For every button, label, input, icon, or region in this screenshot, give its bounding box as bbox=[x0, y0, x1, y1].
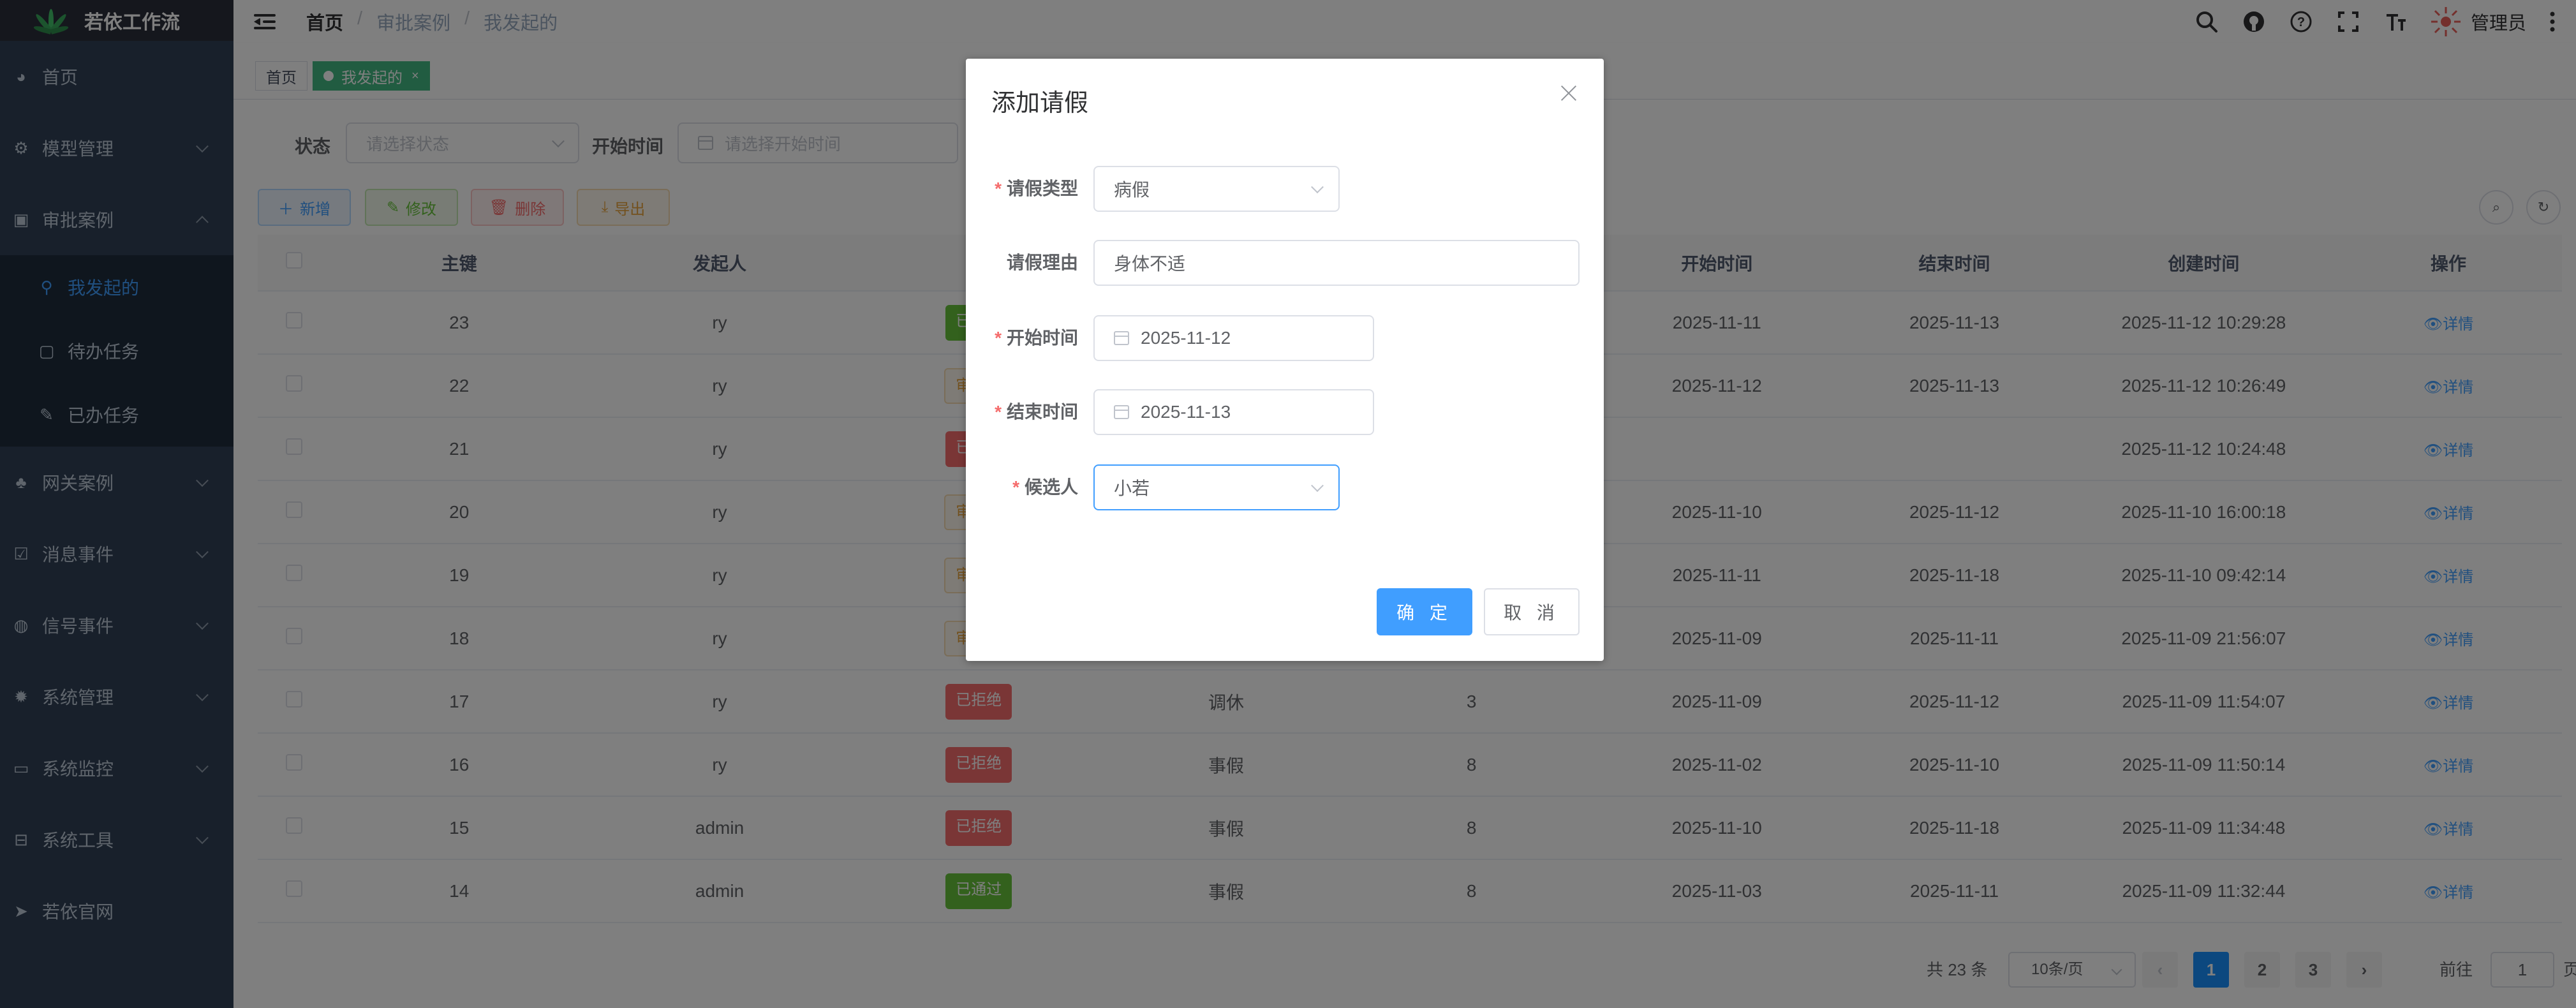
start-time-label: * 开始时间 bbox=[995, 328, 1078, 348]
leave-type-value: 病假 bbox=[1114, 180, 1150, 200]
close-icon[interactable] bbox=[1560, 84, 1577, 101]
chevron-down-icon bbox=[1311, 181, 1324, 194]
leave-type-label: * 请假类型 bbox=[995, 179, 1078, 198]
end-date-value: 2025-11-13 bbox=[1141, 402, 1231, 422]
end-date-picker[interactable]: 2025-11-13 bbox=[1093, 389, 1374, 435]
cancel-button[interactable]: 取 消 bbox=[1484, 588, 1580, 635]
candidate-label: * 候选人 bbox=[1012, 477, 1078, 497]
calendar-icon bbox=[1114, 331, 1129, 345]
start-date-value: 2025-11-12 bbox=[1141, 328, 1231, 348]
confirm-button[interactable]: 确 定 bbox=[1377, 588, 1472, 635]
chevron-down-icon bbox=[1311, 479, 1324, 493]
dialog-title: 添加请假 bbox=[991, 90, 1089, 117]
leave-reason-label: 请假理由 bbox=[1006, 253, 1078, 272]
leave-type-select[interactable]: 病假 bbox=[1093, 166, 1340, 212]
calendar-icon bbox=[1114, 405, 1129, 419]
candidate-select[interactable]: 小若 bbox=[1093, 464, 1340, 510]
start-date-picker[interactable]: 2025-11-12 bbox=[1093, 315, 1374, 361]
add-leave-dialog: 添加请假 * 请假类型 病假 请假理由 身体不适 * 开始时间 2025-11-12… bbox=[966, 59, 1604, 661]
candidate-value: 小若 bbox=[1114, 478, 1150, 498]
leave-reason-input[interactable]: 身体不适 bbox=[1093, 240, 1580, 286]
leave-reason-value: 身体不适 bbox=[1114, 254, 1186, 274]
end-time-label: * 结束时间 bbox=[995, 402, 1078, 422]
